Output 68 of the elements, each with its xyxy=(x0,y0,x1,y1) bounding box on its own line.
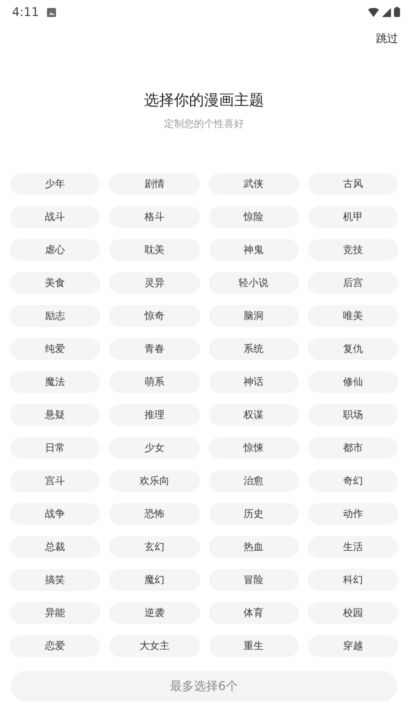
topic-chip[interactable]: 后宫 xyxy=(308,272,398,294)
topic-chip[interactable]: 惊险 xyxy=(208,206,299,228)
topic-chip[interactable]: 恐怖 xyxy=(109,503,200,525)
topic-chip[interactable]: 纯爱 xyxy=(10,338,100,360)
topic-chip[interactable]: 战斗 xyxy=(10,206,100,228)
topic-chip[interactable]: 重生 xyxy=(208,635,299,657)
topic-chip[interactable]: 神话 xyxy=(208,371,299,393)
topic-chip[interactable]: 逆袭 xyxy=(109,602,200,624)
topic-chip[interactable]: 剧情 xyxy=(109,173,200,195)
topic-chip[interactable]: 惊奇 xyxy=(109,305,200,327)
page-subtitle: 定制您的个性喜好 xyxy=(163,118,245,131)
topic-chip[interactable]: 战争 xyxy=(10,503,100,525)
topic-chip[interactable]: 搞笑 xyxy=(10,569,100,591)
topic-chip[interactable]: 历史 xyxy=(208,503,299,525)
topic-chip[interactable]: 少女 xyxy=(109,437,200,459)
topic-chip[interactable]: 日常 xyxy=(10,437,100,459)
topic-chip[interactable]: 权谋 xyxy=(208,404,299,426)
topic-chip[interactable]: 虐心 xyxy=(10,239,100,261)
topic-chip[interactable]: 热血 xyxy=(208,536,299,558)
topic-chip[interactable]: 治愈 xyxy=(208,470,299,492)
topic-chip[interactable]: 异能 xyxy=(10,602,100,624)
topic-chip[interactable]: 玄幻 xyxy=(109,536,200,558)
topic-chip[interactable]: 美食 xyxy=(10,272,100,294)
battery-icon xyxy=(394,7,400,17)
topic-chip[interactable]: 科幻 xyxy=(308,569,398,591)
topic-chip[interactable]: 宫斗 xyxy=(10,470,100,492)
topic-chip[interactable]: 系统 xyxy=(208,338,299,360)
topic-chip[interactable]: 青春 xyxy=(109,338,200,360)
topic-chip[interactable]: 奇幻 xyxy=(308,470,398,492)
topic-chip[interactable]: 冒险 xyxy=(208,569,299,591)
topic-chip[interactable]: 魔法 xyxy=(10,371,100,393)
topic-chip[interactable]: 大女主 xyxy=(109,635,200,657)
topic-chip[interactable]: 总裁 xyxy=(10,536,100,558)
topic-chip[interactable]: 复仇 xyxy=(308,338,398,360)
topic-chip[interactable]: 格斗 xyxy=(109,206,200,228)
topic-chip[interactable]: 魔幻 xyxy=(109,569,200,591)
topic-chip[interactable]: 推理 xyxy=(109,404,200,426)
topic-chip[interactable]: 机甲 xyxy=(308,206,398,228)
status-time: 4:11 xyxy=(12,5,39,19)
topic-chip[interactable]: 武侠 xyxy=(208,173,299,195)
topic-chip[interactable]: 职场 xyxy=(308,404,398,426)
topic-chip[interactable]: 穿越 xyxy=(308,635,398,657)
topic-chip[interactable]: 动作 xyxy=(308,503,398,525)
topic-chip[interactable]: 励志 xyxy=(10,305,100,327)
topic-chip[interactable]: 恋爱 xyxy=(10,635,100,657)
wifi-icon xyxy=(368,8,379,16)
topic-chip[interactable]: 体育 xyxy=(208,602,299,624)
topic-chip[interactable]: 悬疑 xyxy=(10,404,100,426)
topic-chip[interactable]: 神鬼 xyxy=(208,239,299,261)
topic-chip[interactable]: 少年 xyxy=(10,173,100,195)
notification-icon xyxy=(46,8,56,16)
page-title: 选择你的漫画主题 xyxy=(143,91,265,110)
signal-icon xyxy=(382,8,391,16)
topic-chip[interactable]: 轻小说 xyxy=(208,272,299,294)
topic-chip[interactable]: 古风 xyxy=(308,173,398,195)
topic-chip[interactable]: 生活 xyxy=(308,536,398,558)
topic-chip[interactable]: 欢乐向 xyxy=(109,470,200,492)
topic-chip[interactable]: 惊悚 xyxy=(208,437,299,459)
topic-chip[interactable]: 耽美 xyxy=(109,239,200,261)
skip-button[interactable]: 跳过 xyxy=(376,28,398,48)
topic-chip[interactable]: 竞技 xyxy=(308,239,398,261)
topic-chip[interactable]: 脑洞 xyxy=(208,305,299,327)
topic-chip[interactable]: 校园 xyxy=(308,602,398,624)
topic-chip[interactable]: 都市 xyxy=(308,437,398,459)
topic-chip[interactable]: 萌系 xyxy=(109,371,200,393)
topic-chip[interactable]: 灵异 xyxy=(109,272,200,294)
topic-chip[interactable]: 唯美 xyxy=(308,305,398,327)
topic-chip[interactable]: 修仙 xyxy=(308,371,398,393)
